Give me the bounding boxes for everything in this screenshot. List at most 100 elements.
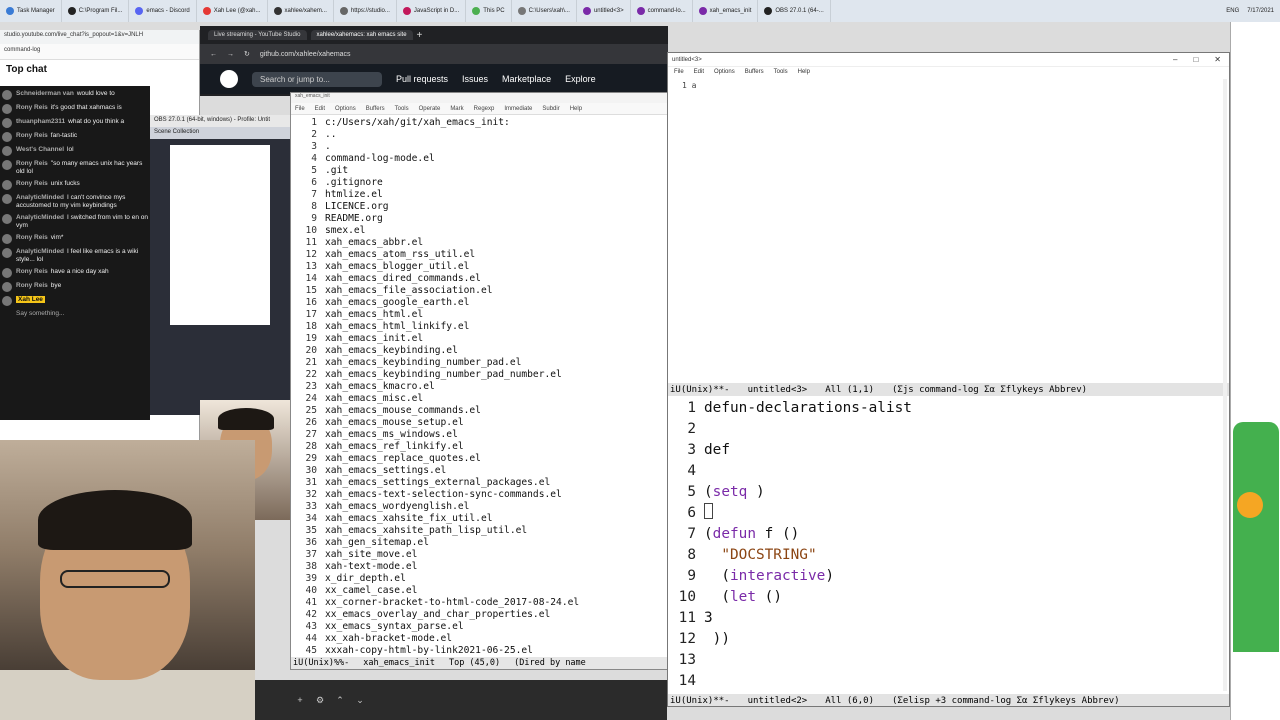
emacs-menu-tools[interactable]: Tools bbox=[774, 69, 788, 75]
gh-url-text[interactable]: github.com/xahlee/xahemacs bbox=[260, 51, 351, 58]
dired-entry[interactable]: 8 LICENCE.org bbox=[301, 201, 667, 213]
dired-entry[interactable]: 18 xah_emacs_html_linkify.el bbox=[301, 321, 667, 333]
dired-menu-help[interactable]: Help bbox=[570, 106, 582, 112]
reload-icon[interactable]: ↻ bbox=[244, 50, 250, 58]
code-line[interactable]: 6 bbox=[668, 503, 1229, 524]
dired-entry[interactable]: 25 xah_emacs_mouse_commands.el bbox=[301, 405, 667, 417]
dired-entry[interactable]: 27 xah_emacs_ms_windows.el bbox=[301, 429, 667, 441]
dired-entry[interactable]: 39 x_dir_depth.el bbox=[301, 573, 667, 585]
dired-entry[interactable]: 21 xah_emacs_keybinding_number_pad.el bbox=[301, 357, 667, 369]
dired-entry[interactable]: 2.. bbox=[301, 129, 667, 141]
gh-tab-youtube[interactable]: Live streaming - YouTube Studio bbox=[208, 30, 307, 40]
dired-menu-immediate[interactable]: Immediate bbox=[504, 106, 532, 112]
dired-entry[interactable]: 36 xah_gen_sitemap.el bbox=[301, 537, 667, 549]
dired-menu-tools[interactable]: Tools bbox=[395, 106, 409, 112]
dired-entry[interactable]: 30 xah_emacs_settings.el bbox=[301, 465, 667, 477]
taskbar-tab[interactable]: Xah Lee (@xah... bbox=[197, 0, 268, 22]
dired-entry[interactable]: 38 xah-text-mode.el bbox=[301, 561, 667, 573]
minimize-icon[interactable]: – bbox=[1173, 55, 1177, 64]
emacs-menu-options[interactable]: Options bbox=[714, 69, 735, 75]
dired-entry[interactable]: 42 xx_emacs_overlay_and_char_properties.e… bbox=[301, 609, 667, 621]
dired-entry[interactable]: 33 xah_emacs_wordyenglish.el bbox=[301, 501, 667, 513]
code-line[interactable]: 1 defun-declarations-alist bbox=[668, 398, 1229, 419]
taskbar-tab[interactable]: command-lo... bbox=[631, 0, 693, 22]
yt-url-bar[interactable]: studio.youtube.com/live_chat?is_popout=1… bbox=[0, 30, 199, 44]
code-line[interactable]: 5 (setq ) bbox=[668, 482, 1229, 503]
taskbar-tab[interactable]: Task Manager bbox=[0, 0, 62, 22]
code-line[interactable]: 3 def bbox=[668, 440, 1229, 461]
dired-menu-edit[interactable]: Edit bbox=[315, 106, 325, 112]
chat-input[interactable]: Say something... bbox=[2, 310, 148, 317]
code-line[interactable]: 10 (let () bbox=[668, 587, 1229, 608]
gh-nav-explore[interactable]: Explore bbox=[565, 74, 596, 84]
dired-entry[interactable]: 4 command-log-mode.el bbox=[301, 153, 667, 165]
taskbar-tab[interactable]: JavaScript in D... bbox=[397, 0, 467, 22]
dired-entry[interactable]: 41 xx_corner-bracket-to-html-code_2017-08… bbox=[301, 597, 667, 609]
gh-address-bar[interactable]: ← → ↻ github.com/xahlee/xahemacs bbox=[200, 44, 668, 64]
taskbar-tab[interactable]: https://studio... bbox=[334, 0, 397, 22]
dired-entry[interactable]: 3. bbox=[301, 141, 667, 153]
dired-entry[interactable]: 44 xx_xah-bracket-mode.el bbox=[301, 633, 667, 645]
taskbar-tab[interactable]: C:\Users\xah\... bbox=[512, 0, 577, 22]
dired-entry[interactable]: 24 xah_emacs_misc.el bbox=[301, 393, 667, 405]
top-buffer[interactable]: 1 a bbox=[668, 77, 1229, 387]
back-icon[interactable]: ← bbox=[210, 51, 217, 58]
code-line[interactable]: 11 3 bbox=[668, 608, 1229, 629]
dired-menu-buffers[interactable]: Buffers bbox=[366, 106, 385, 112]
taskbar-tab[interactable]: This PC bbox=[466, 0, 512, 22]
taskbar-tab[interactable]: C:\Program Fil... bbox=[62, 0, 130, 22]
dired-menu-operate[interactable]: Operate bbox=[419, 106, 441, 112]
dired-entry[interactable]: 5 .git bbox=[301, 165, 667, 177]
dired-entry[interactable]: 14 xah_emacs_dired_commands.el bbox=[301, 273, 667, 285]
code-line[interactable]: 9 (interactive) bbox=[668, 566, 1229, 587]
gear-icon[interactable]: ⚙ bbox=[315, 695, 325, 705]
dired-entry[interactable]: 15 xah_emacs_file_association.el bbox=[301, 285, 667, 297]
dired-entry[interactable]: 28 xah_emacs_ref_linkify.el bbox=[301, 441, 667, 453]
emacs-menu-help[interactable]: Help bbox=[798, 69, 810, 75]
code-buffer[interactable]: 1 defun-declarations-alist 2 3 def 4 5 (setq ) 6… bbox=[668, 396, 1229, 694]
dired-menu-file[interactable]: File bbox=[295, 106, 305, 112]
code-line[interactable]: 4 bbox=[668, 461, 1229, 482]
gh-tab-xahemacs[interactable]: xahlee/xahemacs: xah emacs site bbox=[310, 30, 413, 40]
dired-entry[interactable]: 20 xah_emacs_keybinding.el bbox=[301, 345, 667, 357]
dired-entry[interactable]: 10 smex.el bbox=[301, 225, 667, 237]
code-line[interactable]: 13 bbox=[668, 650, 1229, 671]
dired-entry[interactable]: 23 xah_emacs_kmacro.el bbox=[301, 381, 667, 393]
dired-entry[interactable]: 35 xah_emacs_xahsite_path_lisp_util.el bbox=[301, 525, 667, 537]
new-tab-icon[interactable]: + bbox=[417, 30, 423, 41]
code-line[interactable]: 14 bbox=[668, 671, 1229, 692]
dired-entry[interactable]: 12 xah_emacs_atom_rss_util.el bbox=[301, 249, 667, 261]
up-icon[interactable]: ⌃ bbox=[335, 695, 345, 705]
dired-entry[interactable]: 37 xah_site_move.el bbox=[301, 549, 667, 561]
dired-entry[interactable]: 1 c:/Users/xah/git/xah_emacs_init: bbox=[301, 117, 667, 129]
dired-entry[interactable]: 22 xah_emacs_keybinding_number_pad_number… bbox=[301, 369, 667, 381]
obs-scene-collection[interactable]: Scene Collection bbox=[150, 127, 300, 139]
code-line[interactable]: 8 "DOCSTRING" bbox=[668, 545, 1229, 566]
taskbar-tab[interactable]: OBS 27.0.1 (64-... bbox=[758, 0, 831, 22]
dired-entry[interactable]: 7 htmlize.el bbox=[301, 189, 667, 201]
gh-search-input[interactable]: Search or jump to... bbox=[252, 71, 382, 87]
add-icon[interactable]: + bbox=[295, 695, 305, 705]
dired-entry[interactable]: 29 xah_emacs_replace_quotes.el bbox=[301, 453, 667, 465]
emacs-menu-edit[interactable]: Edit bbox=[694, 69, 704, 75]
dired-entry[interactable]: 6 .gitignore bbox=[301, 177, 667, 189]
dired-entry[interactable]: 26 xah_emacs_mouse_setup.el bbox=[301, 417, 667, 429]
dired-entry[interactable]: 9 README.org bbox=[301, 213, 667, 225]
dired-menu-subdir[interactable]: Subdir bbox=[542, 106, 559, 112]
emacs-menu-file[interactable]: File bbox=[674, 69, 684, 75]
dired-entry[interactable]: 45 xxxah-copy-html-by-link2021-06-25.el bbox=[301, 645, 667, 657]
down-icon[interactable]: ⌄ bbox=[355, 695, 365, 705]
dired-entry[interactable]: 34 xah_emacs_xahsite_fix_util.el bbox=[301, 513, 667, 525]
forward-icon[interactable]: → bbox=[227, 51, 234, 58]
dired-entry[interactable]: 19 xah_emacs_init.el bbox=[301, 333, 667, 345]
gh-nav-pulls[interactable]: Pull requests bbox=[396, 74, 448, 84]
top-chat-header[interactable]: Top chat bbox=[0, 60, 199, 79]
dired-entry[interactable]: 11 xah_emacs_abbr.el bbox=[301, 237, 667, 249]
dired-menu-regexp[interactable]: Regexp bbox=[474, 106, 495, 112]
dired-entry[interactable]: 17 xah_emacs_html.el bbox=[301, 309, 667, 321]
gh-nav-issues[interactable]: Issues bbox=[462, 74, 488, 84]
dired-entry[interactable]: 32 xah_emacs-text-selection-sync-commands… bbox=[301, 489, 667, 501]
dired-entry[interactable]: 31 xah_emacs_settings_external_packages.e… bbox=[301, 477, 667, 489]
taskbar-tab[interactable]: xah_emacs_init bbox=[693, 0, 759, 22]
taskbar-tab[interactable]: emacs - Discord bbox=[129, 0, 197, 22]
